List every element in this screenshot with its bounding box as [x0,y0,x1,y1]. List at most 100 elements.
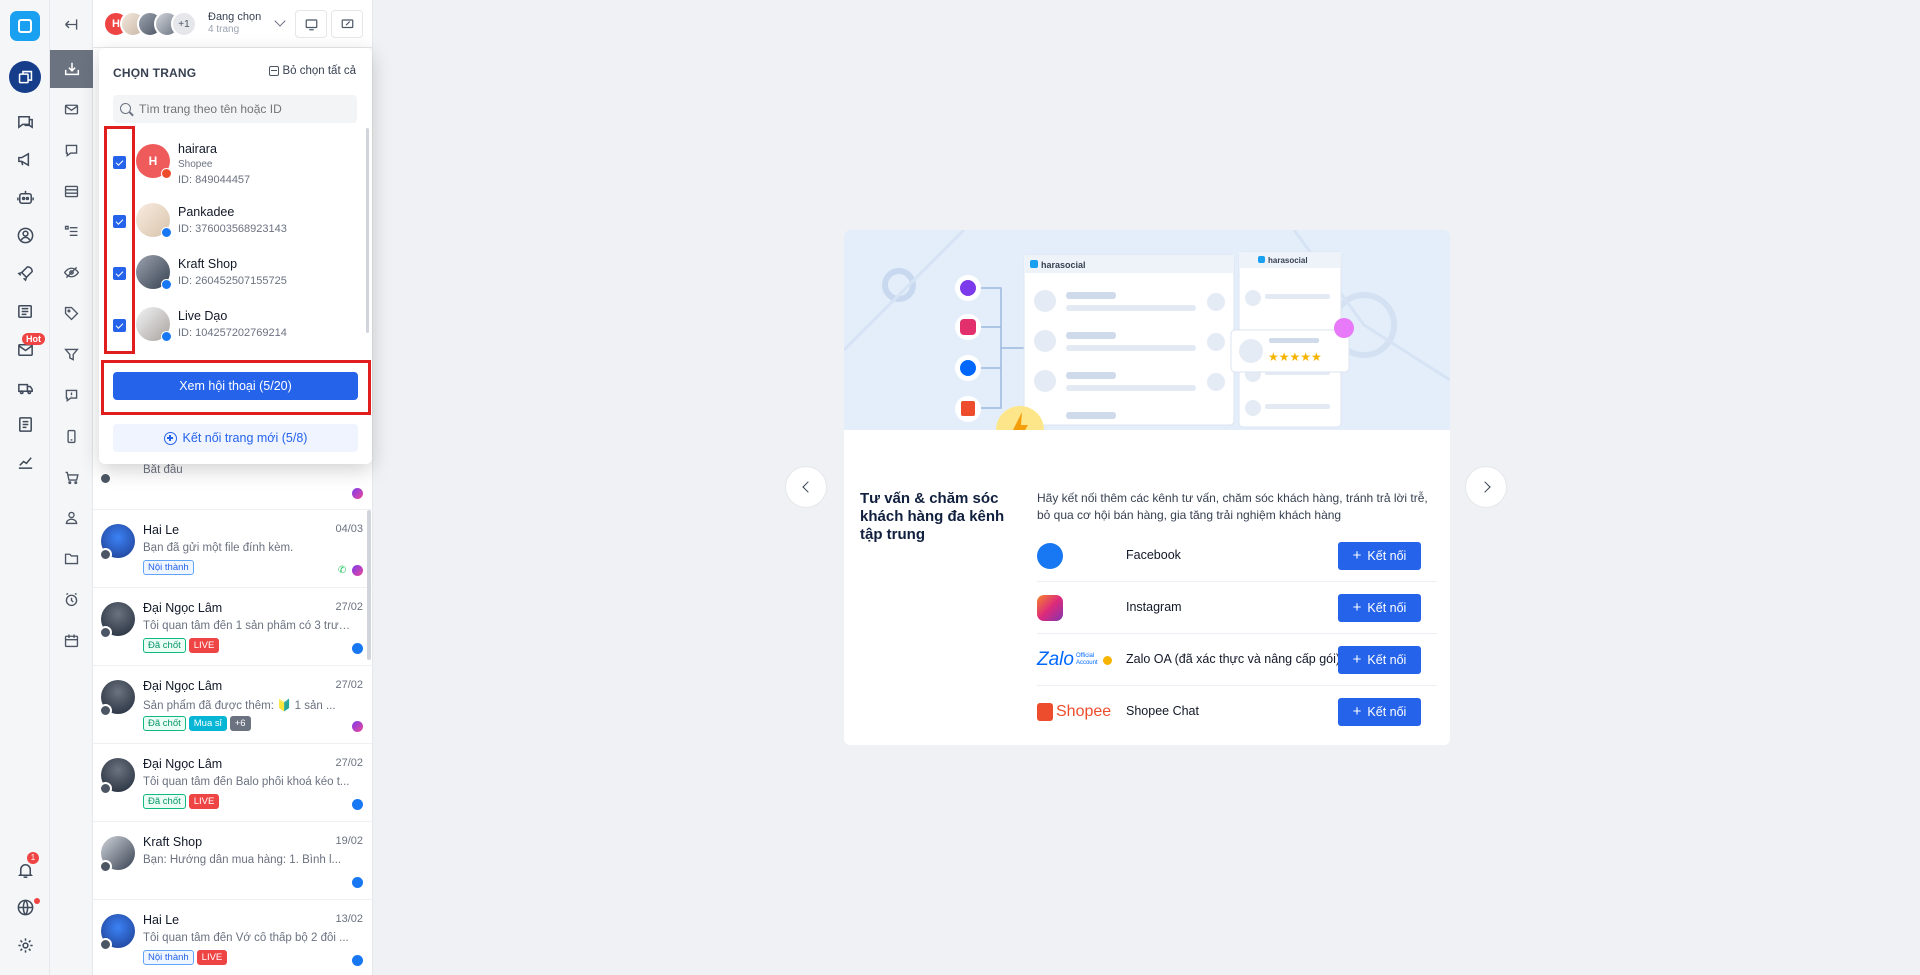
filter-hidden[interactable] [59,260,84,285]
nav-reports[interactable] [12,411,38,437]
nav-shipping[interactable] [12,373,38,399]
filter-reminder[interactable] [59,587,84,612]
tag-list: Nội thành LIVE [143,950,228,965]
connect-zalo-button[interactable]: + Kết nối [1338,646,1421,674]
screen-share-button[interactable] [295,10,327,38]
assignee-avatar [99,860,112,873]
channel-connect-card: harasocial harasocial ★★★★★ Tư vấn & chă… [844,230,1450,745]
channel-name: Facebook [1126,548,1181,562]
zalo-logo-sub: Official Account [1075,653,1098,666]
connect-facebook-button[interactable]: + Kết nối [1338,542,1421,570]
rocket-icon [16,265,33,282]
tag-noi-thanh: Nội thành [143,950,194,965]
filter-cart[interactable] [59,465,84,490]
phone-icon [67,429,76,444]
carousel-next-button[interactable] [1465,466,1507,508]
connect-instagram-button[interactable]: + Kết nối [1338,594,1421,622]
nav-settings[interactable] [12,932,38,958]
connect-new-page-button[interactable]: Kết nối trang mới (5/8) [113,424,358,452]
conversation-item[interactable]: Hai Le 13/02 Tôi quan tâm đến Vớ cổ thấp… [93,900,373,975]
customer-name: Hai Le [143,913,180,927]
page-name: Kraft Shop [178,257,238,271]
selection-count: 4 trang [208,24,240,35]
page-option-live-dao[interactable]: Live Dạo ID: 104257202769214 [99,297,359,347]
filter-folder[interactable] [59,546,84,571]
funnel-icon [64,348,79,361]
chevron-right-icon [1478,481,1491,493]
conversation-item[interactable]: Hai Le 04/03 Bạn đã gửi một file đính kè… [93,510,373,588]
tag-icon [64,306,79,321]
page-option-pankadee[interactable]: Pankadee ID: 376003568923143 [99,193,359,243]
connect-shopee-button[interactable]: + Kết nối [1338,698,1421,726]
megaphone-icon [17,151,29,167]
page-search-input[interactable] [113,95,357,123]
calendar-icon [64,634,79,648]
conversation-item[interactable]: Kraft Shop 19/02 Bạn: Hướng dẫn mua hàng… [93,822,373,900]
conversation-item[interactable]: Đại Ngọc Lâm 27/02 Tôi quan tâm đến Balo… [93,744,373,822]
message-alert-icon [65,389,78,402]
conversation-item[interactable]: Đại Ngọc Lâm 27/02 Sản phẩm đã được thêm… [93,666,373,744]
tag-more-count: +6 [229,716,251,731]
page-name: Pankadee [178,205,235,219]
filter-archive[interactable] [59,179,84,204]
conversation-scrollbar[interactable] [367,510,371,660]
nav-bot[interactable] [12,184,38,210]
filter-inbox-active[interactable] [50,50,93,88]
channel-row-zalo: Zalo Official Account Zalo OA (đã xác th… [1037,634,1437,686]
edit-button[interactable] [331,10,363,38]
facebook-icon [1037,543,1063,569]
filter-calendar[interactable] [59,628,84,653]
channel-name: Instagram [1126,600,1182,614]
collapse-sidebar-button[interactable] [59,12,84,37]
page-list-scrollbar[interactable] [366,128,369,333]
conversation-preview: Tôi quan tâm đến Balo phối khoá kéo t... [143,776,350,788]
facebook-badge-icon [161,331,172,342]
selection-info[interactable]: Đang chọn 4 trang [208,11,261,35]
app-logo[interactable] [10,11,40,41]
conversation-item[interactable]: Đại Ngọc Lâm 27/02 Tôi quan tâm đến 1 sả… [93,588,373,666]
chat-bubbles-icon [17,115,33,129]
page-id: ID: 104257202769214 [178,327,287,339]
tag-noi-thanh: Nội thành [143,560,194,575]
page-platform: Shopee [178,159,213,170]
chevron-down-icon[interactable] [274,15,286,27]
filter-mobile[interactable] [59,424,84,449]
conversation-date: 13/02 [335,913,363,925]
page-avatar-stack[interactable]: H +1 [103,11,197,37]
channel-row-shopee: Shopee Shopee Chat + Kết nối [1037,686,1437,738]
nav-customers[interactable] [12,222,38,248]
connect-label: Kết nối [1367,653,1407,667]
filter-funnel[interactable] [59,342,84,367]
filter-comments[interactable] [59,138,84,163]
nav-analytics[interactable] [12,448,38,474]
facebook-icon [352,955,363,966]
facebook-icon [352,799,363,810]
nav-launch[interactable] [12,260,38,286]
minus-square-icon [269,66,280,76]
filter-list[interactable] [59,219,84,244]
page-name: Live Dạo [178,309,228,323]
filter-feedback[interactable] [59,383,84,408]
carousel-prev-button[interactable] [785,466,827,508]
connect-label: Kết nối [1367,601,1407,615]
page-picker-title: CHỌN TRANG [113,66,197,80]
tag-list: Đã chốt LIVE [143,638,220,653]
nav-conversations-active[interactable] [9,61,41,93]
filter-assigned[interactable] [59,505,84,530]
inbox-download-icon [64,62,79,76]
newspaper-icon [17,304,32,318]
filter-tags[interactable] [59,301,84,326]
conversation-date: 04/03 [335,523,363,535]
facebook-logo [1037,542,1117,570]
page-option-kraft-shop[interactable]: Kraft Shop ID: 260452507155725 [99,245,359,295]
filter-unread[interactable] [59,97,84,122]
archive-list-icon [64,185,79,198]
deselect-all-button[interactable]: Bỏ chọn tất cả [269,65,356,77]
nav-news[interactable] [12,298,38,324]
mail-icon [64,104,79,115]
nav-campaign[interactable] [12,146,38,172]
nav-chat[interactable] [12,109,38,135]
view-conversations-button[interactable]: Xem hội thoại (5/20) [113,372,358,400]
page-option-hairara[interactable]: H hairara Shopee ID: 849044457 [99,130,359,190]
page-selector-bar: H +1 Đang chọn 4 trang [93,0,373,48]
